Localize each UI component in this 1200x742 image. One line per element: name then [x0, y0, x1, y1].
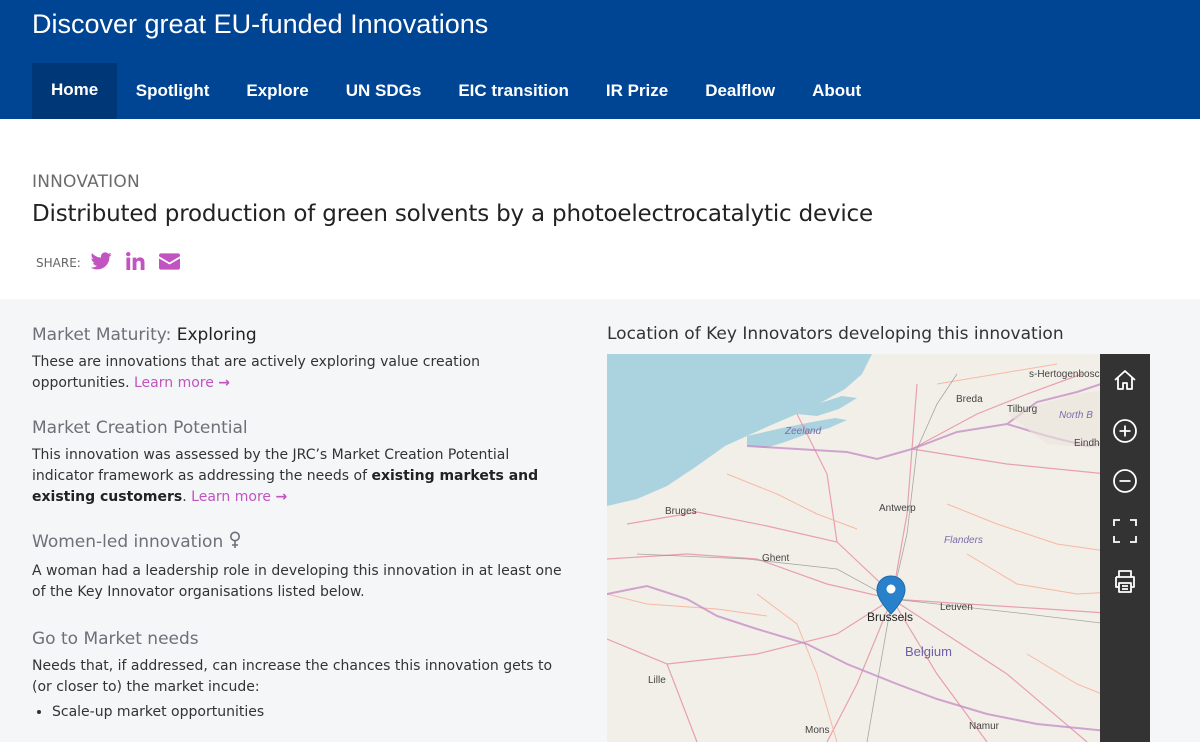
- innovation-eyebrow: INNOVATION: [32, 172, 140, 192]
- go-to-market-text: Needs that, if addressed, can increase t…: [32, 658, 553, 695]
- map-label: Leuven: [940, 602, 973, 613]
- map-label: Ghent: [762, 553, 789, 564]
- zoom-in-icon[interactable]: [1100, 411, 1150, 451]
- women-led-text: A woman had a leadership role in develop…: [32, 563, 562, 600]
- share-bar: SHARE:: [36, 252, 194, 274]
- mcp-text: This innovation was assessed by the JRC’…: [32, 445, 572, 508]
- list-item: Scale-up market opportunities: [52, 701, 572, 723]
- map-label: Mons: [805, 725, 829, 736]
- learn-more-label: Learn more: [133, 375, 214, 391]
- women-led-label: Women-led innovation: [32, 532, 224, 552]
- map-label: Eindh: [1074, 438, 1100, 449]
- market-maturity-description: These are innovations that are actively …: [32, 354, 480, 391]
- site-header: Discover great EU-funded Innovations Hom…: [0, 0, 1200, 119]
- map-label: Antwerp: [879, 503, 916, 514]
- map-label: Tilburg: [1007, 404, 1037, 415]
- arrow-right-icon: →: [275, 489, 288, 505]
- linkedin-icon[interactable]: [125, 252, 145, 274]
- map-label: Bruges: [665, 506, 697, 517]
- site-title[interactable]: Discover great EU-funded Innovations: [32, 6, 488, 42]
- market-maturity-value: Exploring: [176, 325, 257, 345]
- fullscreen-icon[interactable]: [1100, 511, 1150, 551]
- twitter-icon[interactable]: [90, 252, 112, 274]
- nav-spotlight[interactable]: Spotlight: [117, 63, 228, 119]
- print-icon[interactable]: [1100, 561, 1150, 601]
- go-to-market-heading: Go to Market needs: [32, 629, 199, 649]
- nav-home[interactable]: Home: [32, 63, 118, 119]
- market-maturity-heading: Market Maturity: Exploring: [32, 323, 572, 347]
- nav-explore[interactable]: Explore: [228, 63, 327, 119]
- map-label: Belgium: [905, 644, 952, 659]
- female-icon: [229, 531, 241, 556]
- map-tiles: s-Hertogenbosc Breda Tilburg North B Ein…: [607, 354, 1150, 742]
- women-led-heading: Women-led innovation: [32, 530, 572, 556]
- map-label: Zeeland: [784, 426, 822, 437]
- share-label: SHARE:: [36, 256, 81, 270]
- learn-more-link[interactable]: Learn more →: [191, 489, 287, 505]
- learn-more-label: Learn more: [191, 489, 271, 505]
- email-icon[interactable]: [158, 252, 180, 274]
- innovation-details: Market Maturity: Exploring These are inn…: [32, 323, 572, 723]
- page-title: Distributed production of green solvents…: [32, 201, 873, 227]
- map-label: Flanders: [944, 535, 983, 546]
- map-label: Namur: [969, 721, 1000, 732]
- mcp-heading: Market Creation Potential: [32, 418, 248, 438]
- market-maturity-label: Market Maturity:: [32, 325, 172, 345]
- map-label: Lille: [648, 675, 666, 686]
- map-title: Location of Key Innovators developing th…: [607, 324, 1064, 344]
- go-to-market-list: Scale-up market opportunities: [32, 701, 572, 723]
- nav-about[interactable]: About: [794, 63, 880, 119]
- nav-eic-transition[interactable]: EIC transition: [440, 63, 588, 119]
- map-toolbar: [1100, 354, 1150, 742]
- map-label: North B: [1059, 410, 1093, 421]
- mcp-period: .: [182, 489, 187, 505]
- nav-un-sdgs[interactable]: UN SDGs: [327, 63, 440, 119]
- map-label: Breda: [956, 394, 983, 405]
- arrow-right-icon: →: [218, 375, 231, 391]
- zoom-out-icon[interactable]: [1100, 461, 1150, 501]
- main-nav: Home Spotlight Explore UN SDGs EIC trans…: [32, 63, 880, 119]
- nav-ir-prize[interactable]: IR Prize: [587, 63, 686, 119]
- map-view[interactable]: s-Hertogenbosc Breda Tilburg North B Ein…: [607, 354, 1150, 742]
- market-maturity-text: These are innovations that are actively …: [32, 352, 572, 394]
- home-icon[interactable]: [1100, 360, 1150, 400]
- nav-dealflow[interactable]: Dealflow: [687, 63, 794, 119]
- learn-more-link[interactable]: Learn more →: [134, 375, 230, 391]
- map-label: s-Hertogenbosc: [1029, 369, 1100, 380]
